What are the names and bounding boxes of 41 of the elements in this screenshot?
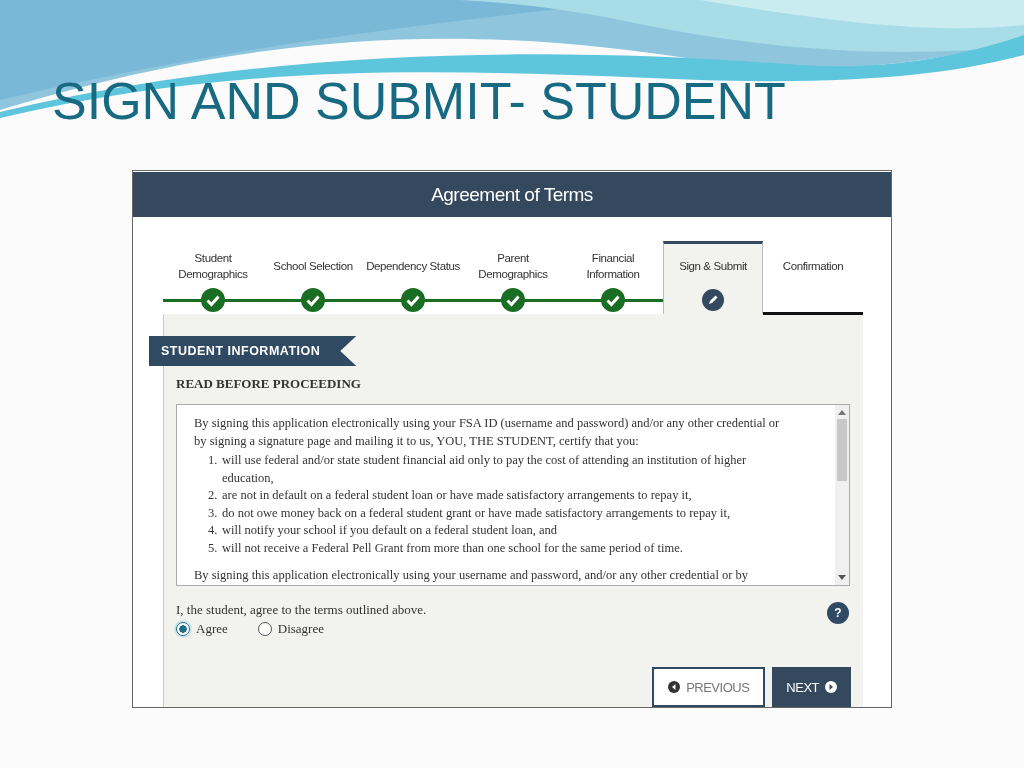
page-title: Agreement of Terms bbox=[431, 183, 593, 206]
step-item[interactable]: Financial Information bbox=[563, 241, 663, 314]
terms-list-item: do not owe money back on a federal student grant or have made satisfactory arrangements to repay it, bbox=[222, 504, 731, 522]
scrollbar[interactable] bbox=[835, 405, 849, 585]
help-button[interactable]: ? bbox=[827, 602, 849, 624]
agreement-prompt: I, the student, agree to the terms outlined above. bbox=[176, 602, 427, 618]
list-number: 3. bbox=[208, 504, 219, 522]
step-item[interactable]: Student Demographics bbox=[163, 241, 263, 314]
terms-list-item: are not in default on a federal student loan or have made satisfactory arrangements to repay it, bbox=[222, 487, 692, 504]
list-number: 1. bbox=[208, 452, 219, 469]
scrollbar-thumb[interactable] bbox=[837, 419, 847, 481]
terms-paragraph: By signing this application electronically using your username and password, and/or any other credential or by bbox=[194, 567, 750, 584]
check-icon bbox=[401, 288, 425, 312]
step-item[interactable]: School Selection bbox=[263, 241, 363, 314]
radio-button[interactable] bbox=[176, 622, 190, 636]
check-icon bbox=[301, 288, 325, 312]
scroll-up-icon[interactable] bbox=[838, 409, 846, 415]
pencil-icon bbox=[702, 289, 724, 311]
radio-button[interactable] bbox=[257, 622, 272, 636]
radio-option[interactable]: Agree bbox=[176, 621, 228, 637]
section-ribbon: STUDENT INFORMATION bbox=[149, 336, 357, 366]
section-heading: READ BEFORE PROCEEDING bbox=[176, 376, 362, 392]
terms-list-item: will notify your school if you default on a federal student loan, and bbox=[222, 522, 557, 539]
radio-label[interactable]: Disagree bbox=[277, 621, 324, 637]
next-button[interactable]: NEXT bbox=[772, 667, 851, 707]
list-number: 4. bbox=[208, 522, 219, 539]
list-number: 5. bbox=[208, 539, 219, 557]
terms-list-item: will not receive a Federal Pell Grant from more than one school for the same period of time. bbox=[222, 539, 683, 557]
check-icon bbox=[601, 288, 625, 312]
check-icon bbox=[501, 288, 525, 312]
step-tab[interactable]: Sign & Submit bbox=[663, 241, 763, 314]
check-icon bbox=[201, 288, 225, 312]
step-item[interactable]: Dependency Status bbox=[363, 241, 463, 314]
previous-button[interactable]: PREVIOUS bbox=[652, 667, 766, 707]
list-number: 2. bbox=[208, 487, 219, 504]
radio-label[interactable]: Agree bbox=[196, 621, 228, 637]
scroll-down-icon[interactable] bbox=[838, 575, 846, 581]
radio-option[interactable]: Disagree bbox=[257, 621, 324, 637]
step-item[interactable]: Confirmation bbox=[763, 241, 863, 314]
terms-paragraph: By signing this application electronically using your FSA ID (username and password) and/or any other credential or by signing a signature page and mailing it to us, YOU, THE STUDENT, certify that you: bbox=[194, 415, 781, 450]
step-item[interactable]: Parent Demographics bbox=[463, 241, 563, 314]
